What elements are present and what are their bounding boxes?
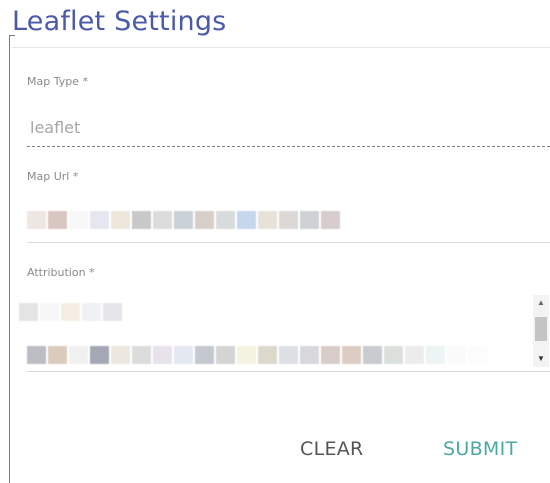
map-type-underline: [27, 146, 550, 147]
redacted-block: [258, 346, 277, 364]
attribution-label: Attribution *: [27, 266, 95, 279]
redacted-block: [321, 346, 340, 364]
redacted-block: [237, 346, 256, 364]
scroll-down-arrow-icon[interactable]: ▼: [533, 353, 549, 365]
redacted-block: [447, 346, 466, 364]
redacted-block: [103, 303, 122, 321]
redacted-block: [279, 211, 298, 229]
redacted-block: [300, 211, 319, 229]
attribution-text-line-1: [19, 303, 124, 321]
redacted-block: [321, 211, 340, 229]
redacted-block: [153, 346, 172, 364]
map-url-input[interactable]: [27, 211, 342, 229]
redacted-block: [48, 346, 67, 364]
attribution-text-line-2: [27, 346, 489, 364]
redacted-block: [363, 346, 382, 364]
redacted-block: [342, 346, 361, 364]
redacted-block: [216, 346, 235, 364]
map-type-label: Map Type *: [27, 75, 88, 88]
submit-button[interactable]: SUBMIT: [443, 438, 517, 460]
redacted-block: [300, 346, 319, 364]
map-url-label: Map Url *: [27, 170, 79, 183]
redacted-block: [426, 346, 445, 364]
redacted-block: [111, 211, 130, 229]
redacted-block: [69, 346, 88, 364]
map-type-input[interactable]: leaflet: [30, 118, 80, 137]
redacted-block: [132, 346, 151, 364]
title-divider: [12, 47, 550, 48]
redacted-block: [40, 303, 59, 321]
dialog-left-border: [9, 35, 10, 483]
redacted-block: [258, 211, 277, 229]
redacted-block: [174, 211, 193, 229]
redacted-block: [384, 346, 403, 364]
redacted-block: [61, 303, 80, 321]
clear-button[interactable]: CLEAR: [300, 438, 364, 460]
redacted-block: [90, 346, 109, 364]
dialog-title: Leaflet Settings: [12, 6, 227, 37]
redacted-block: [48, 211, 67, 229]
redacted-block: [27, 211, 46, 229]
redacted-block: [195, 346, 214, 364]
redacted-block: [405, 346, 424, 364]
redacted-block: [90, 211, 109, 229]
redacted-block: [174, 346, 193, 364]
redacted-block: [27, 346, 46, 364]
map-url-underline: [27, 242, 550, 243]
scroll-up-arrow-icon[interactable]: ▲: [533, 297, 549, 309]
redacted-block: [19, 303, 38, 321]
attribution-underline: [27, 371, 550, 372]
redacted-block: [153, 211, 172, 229]
redacted-block: [111, 346, 130, 364]
redacted-block: [69, 211, 88, 229]
attribution-scrollbar[interactable]: ▲ ▼: [533, 295, 549, 367]
redacted-block: [237, 211, 256, 229]
redacted-block: [279, 346, 298, 364]
redacted-block: [195, 211, 214, 229]
redacted-block: [82, 303, 101, 321]
redacted-block: [132, 211, 151, 229]
redacted-block: [468, 346, 487, 364]
scrollbar-thumb[interactable]: [535, 317, 547, 341]
redacted-block: [216, 211, 235, 229]
